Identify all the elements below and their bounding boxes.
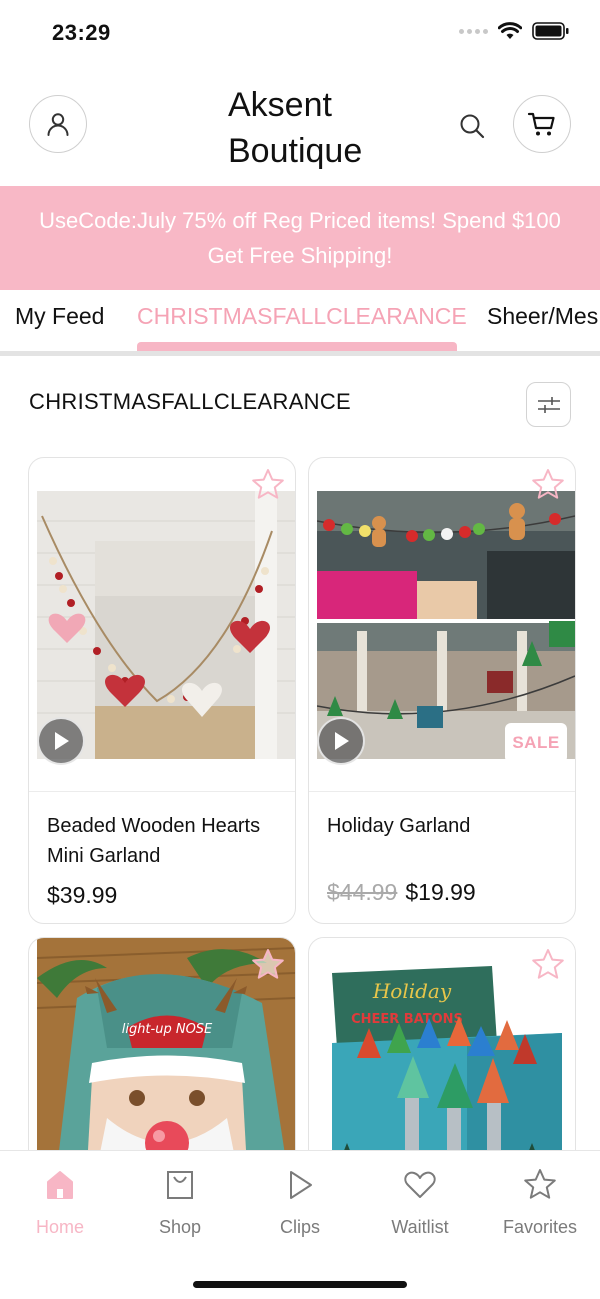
section-title: CHRISTMASFALLCLEARANCE [29, 389, 352, 414]
cart-button[interactable] [513, 95, 571, 153]
favorite-star-icon[interactable] [530, 467, 566, 503]
nav-shop[interactable]: Shop [120, 1167, 240, 1238]
nav-waitlist[interactable]: Waitlist [360, 1167, 480, 1238]
search-icon [460, 114, 485, 139]
brand-title: Aksent Boutique [228, 82, 362, 174]
home-icon [47, 1171, 73, 1199]
product-name[interactable]: Beaded Wooden Hearts Mini Garland [47, 811, 279, 871]
card-divider [29, 791, 295, 792]
user-icon [47, 113, 69, 136]
product-card[interactable]: SALE Holiday Garland $44.99 $19.99 [308, 457, 576, 924]
product-name[interactable]: Holiday Garland [327, 811, 559, 841]
product-image[interactable] [37, 491, 295, 759]
nav-favorites[interactable]: Favorites [480, 1167, 600, 1238]
brand-title-line2: Boutique [228, 132, 363, 170]
bottom-navigation: Home Shop Clips Waitlist Favorites [0, 1150, 600, 1299]
favorite-star-icon[interactable] [250, 947, 286, 983]
product-image[interactable] [317, 491, 575, 759]
play-video-button[interactable] [317, 717, 365, 765]
home-indicator[interactable] [193, 1281, 407, 1288]
product-price: $44.99 $19.99 [327, 879, 476, 906]
nav-home[interactable]: Home [0, 1167, 120, 1238]
promo-line2: Get Free Shipping! [207, 243, 393, 268]
image-text-holiday: Holiday [372, 979, 452, 1003]
product-card[interactable]: Beaded Wooden Hearts Mini Garland $39.99 [28, 457, 296, 924]
status-time: 23:29 [52, 20, 111, 45]
status-icons [459, 22, 570, 40]
nav-favorites-label: Favorites [502, 1217, 578, 1237]
active-tab-indicator [137, 342, 457, 351]
original-price: $44.99 [327, 879, 398, 905]
nav-clips[interactable]: Clips [240, 1167, 360, 1238]
cart-icon [527, 112, 555, 136]
nav-home-label: Home [35, 1217, 84, 1237]
tab-sheer-mesh[interactable]: Sheer/Mes [487, 303, 598, 330]
product-price: $39.99 [47, 882, 117, 909]
card-divider [309, 791, 575, 792]
filter-button[interactable] [526, 382, 571, 427]
category-tabs: My Feed CHRISTMASFALLCLEARANCE Sheer/Mes [0, 290, 600, 356]
play-video-button[interactable] [37, 717, 85, 765]
account-button[interactable] [29, 95, 87, 153]
nav-shop-label: Shop [158, 1217, 202, 1237]
promo-line1: UseCode:July 75% off Reg Priced items! S… [39, 208, 561, 233]
heart-icon [404, 1171, 436, 1198]
nav-waitlist-label: Waitlist [391, 1217, 449, 1237]
brand-title-line1: Aksent [228, 86, 332, 124]
wifi-icon [498, 22, 522, 39]
tab-christmasfallclearance[interactable]: CHRISTMASFALLCLEARANCE [137, 303, 467, 330]
star-icon [524, 1169, 556, 1199]
play-icon [290, 1171, 312, 1199]
product-card[interactable]: light-up NOSE [28, 937, 296, 1167]
app-header: Aksent Boutique [0, 66, 600, 186]
tab-my-feed[interactable]: My Feed [15, 303, 104, 330]
favorite-star-icon[interactable] [250, 467, 286, 503]
image-text-lightup: light-up NOSE [122, 1022, 213, 1037]
favorite-star-icon[interactable] [530, 947, 566, 983]
search-button[interactable] [452, 106, 492, 146]
sliders-icon [537, 396, 560, 413]
play-icon [55, 732, 69, 750]
shop-bag-icon [167, 1171, 193, 1199]
promo-banner[interactable]: UseCode:July 75% off Reg Priced items! S… [0, 186, 600, 290]
nav-clips-label: Clips [279, 1217, 320, 1237]
product-card[interactable]: Holiday CHEER BATONS [308, 937, 576, 1167]
sale-badge: SALE [505, 723, 567, 763]
current-price: $39.99 [47, 882, 118, 908]
current-price: $19.99 [405, 879, 476, 905]
battery-icon [532, 22, 569, 40]
play-icon [335, 732, 349, 750]
status-bar: 23:29 [0, 0, 600, 66]
signal-icon [459, 28, 488, 34]
image-text-cheer-batons: CHEER BATONS [351, 1012, 463, 1027]
